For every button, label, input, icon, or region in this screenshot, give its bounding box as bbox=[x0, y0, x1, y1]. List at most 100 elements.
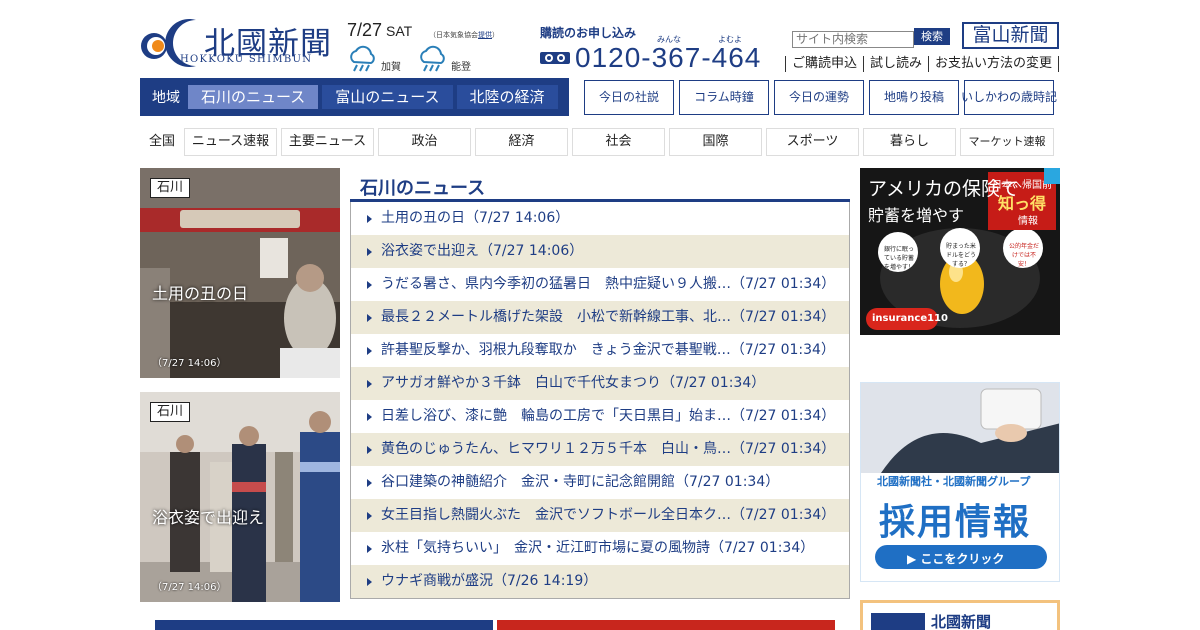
arrow-right-icon bbox=[367, 512, 372, 520]
news-item[interactable]: 氷柱「気持ちいい」 金沢・近江町市場に夏の風物詩（7/27 01:34） bbox=[351, 532, 849, 565]
tab-hokuriku-economy[interactable]: 北陸の経済 bbox=[456, 85, 558, 109]
news-headline: 女王目指し熱闘火ぶた 金沢でソフトボール全日本ク…（7/27 01:34） bbox=[381, 507, 836, 523]
ad1-badge-line3: 情報 bbox=[1018, 216, 1038, 227]
site-search: 検索 bbox=[792, 28, 950, 48]
arrow-right-icon bbox=[367, 578, 372, 586]
ad-choices-icon[interactable] bbox=[1044, 168, 1060, 184]
ad1-badge-line1: 日本へ帰国前 bbox=[992, 180, 1052, 191]
category-top-news[interactable]: 主要ニュース bbox=[281, 128, 374, 156]
category-nav: 全国 ニュース速報 主要ニュース 政治 経済 社会 国際 スポーツ 暮らし マー… bbox=[140, 128, 1054, 156]
weather-kaga[interactable]: 加賀 bbox=[347, 44, 401, 73]
section-title: 石川のニュース bbox=[350, 168, 850, 202]
search-button[interactable]: 検索 bbox=[914, 28, 950, 45]
news-item[interactable]: 谷口建築の神髄紹介 金沢・寺町に記念館開館（7/27 01:34） bbox=[351, 466, 849, 499]
subscription-phone[interactable]: 0120-367-464 bbox=[575, 42, 761, 74]
logo-subtitle: HOKKOKU SHIMBUN bbox=[180, 54, 313, 65]
category-politics[interactable]: 政治 bbox=[378, 128, 471, 156]
link-payment-change[interactable]: お支払い方法の変更 bbox=[928, 56, 1060, 72]
arrow-right-icon bbox=[367, 380, 372, 388]
freedial-icon bbox=[540, 52, 570, 64]
date-value: 7/27 bbox=[347, 20, 383, 40]
cloud-rain-icon bbox=[350, 45, 375, 71]
link-column-jisho[interactable]: コラム時鐘 bbox=[679, 80, 769, 115]
bottom-banner-left[interactable] bbox=[155, 620, 493, 630]
ad-insurance-banner[interactable]: アメリカの保険で 貯蓄を増やす 日本へ帰国前 知っ得 情報 銀行に眠っている貯蓄… bbox=[860, 168, 1060, 335]
category-breaking-news[interactable]: ニュース速報 bbox=[184, 128, 277, 156]
ad3-title: 北國新聞 bbox=[931, 613, 992, 630]
news-headline: 許碁聖反撃か、羽根九段奪取か きょう金沢で碁聖戦…（7/27 01:34） bbox=[381, 342, 835, 358]
category-national[interactable]: 全国 bbox=[140, 128, 184, 156]
category-international[interactable]: 国際 bbox=[669, 128, 762, 156]
photo-doyo-image bbox=[140, 168, 340, 378]
ad1-bubble3: 公的年金だけでは不安！ bbox=[1008, 243, 1039, 268]
arrow-right-icon bbox=[367, 413, 372, 421]
category-economy[interactable]: 経済 bbox=[475, 128, 568, 156]
ad2-line1: 北國新聞社・北國新聞グループ bbox=[877, 475, 1031, 488]
weather-credit-suffix: ） bbox=[492, 31, 499, 39]
ad1-line2: 貯蓄を増やす bbox=[868, 206, 965, 225]
link-trial[interactable]: 試し読み bbox=[863, 56, 928, 72]
news-item[interactable]: ウナギ商戦が盛況（7/26 14:19） bbox=[351, 565, 849, 598]
ad2-button[interactable]: ▶ ここをクリック bbox=[907, 550, 1004, 567]
arrow-right-icon bbox=[367, 314, 372, 322]
photo-card-yukata[interactable]: 石川 浴衣姿で出迎え （7/27 14:06） bbox=[140, 392, 340, 602]
news-headline: アサガオ鮮やか３千鉢 白山で千代女まつり（7/27 01:34） bbox=[381, 375, 766, 391]
link-ishikawa-saijiki[interactable]: いしかわの 歳時記 bbox=[961, 80, 1057, 115]
bottom-banner-right[interactable] bbox=[497, 620, 835, 630]
feature-links: 今日の社説 コラム時鐘 今日の運勢 地鳴り投稿 いしかわの 歳時記 bbox=[584, 80, 1059, 115]
link-horoscope[interactable]: 今日の運勢 bbox=[774, 80, 864, 115]
photo-caption[interactable]: 土用の丑の日 bbox=[152, 280, 248, 304]
search-input[interactable] bbox=[792, 30, 914, 48]
cloud-rain-icon bbox=[420, 45, 445, 71]
photo-yukata-image bbox=[140, 392, 340, 602]
news-headline: 氷柱「気持ちいい」 金沢・近江町市場に夏の風物詩（7/27 01:34） bbox=[381, 540, 815, 556]
arrow-right-icon bbox=[367, 215, 372, 223]
category-sports[interactable]: スポーツ bbox=[766, 128, 859, 156]
news-item[interactable]: 許碁聖反撃か、羽根九段奪取か きょう金沢で碁聖戦…（7/27 01:34） bbox=[351, 334, 849, 367]
arrow-right-icon bbox=[367, 281, 372, 289]
photo-caption[interactable]: 浴衣姿で出迎え bbox=[152, 504, 264, 528]
news-item[interactable]: 日差し浴び、漆に艶 輪島の工房で「天日黒目」始ま…（7/27 01:34） bbox=[351, 400, 849, 433]
photo-time: （7/27 14:06） bbox=[152, 582, 227, 593]
weekday: SAT bbox=[386, 23, 413, 39]
news-headline: 土用の丑の日（7/27 14:06） bbox=[381, 210, 570, 226]
category-society[interactable]: 社会 bbox=[572, 128, 665, 156]
photo-tag: 石川 bbox=[150, 402, 191, 422]
category-market[interactable]: マーケット速報 bbox=[960, 128, 1054, 156]
news-item[interactable]: 土用の丑の日（7/27 14:06） bbox=[351, 202, 849, 235]
link-editorial[interactable]: 今日の社説 bbox=[584, 80, 674, 115]
ad-hokkoku-box[interactable]: 北國新聞 bbox=[860, 600, 1060, 630]
news-item[interactable]: アサガオ鮮やか３千鉢 白山で千代女まつり（7/27 01:34） bbox=[351, 367, 849, 400]
news-item[interactable]: うだる暑さ、県内今季初の猛暑日 熱中症疑い９人搬…（7/27 01:34） bbox=[351, 268, 849, 301]
tab-toyama-news[interactable]: 富山のニュース bbox=[322, 85, 453, 109]
ad2-line2: 採用情報 bbox=[879, 502, 1032, 543]
ad-recruit-banner[interactable]: 北國新聞社・北國新聞グループ 採用情報 ▶ ここをクリック bbox=[860, 382, 1060, 582]
top-links: ご購読申込 試し読み お支払い方法の変更 bbox=[785, 56, 1060, 72]
weather-noto[interactable]: 能登 bbox=[417, 44, 471, 73]
news-list: 土用の丑の日（7/27 14:06） 浴衣姿で出迎え（7/27 14:06） う… bbox=[350, 202, 850, 599]
toyama-shimbun-button[interactable]: 富山新聞 bbox=[962, 22, 1059, 49]
news-headline: 日差し浴び、漆に艶 輪島の工房で「天日黒目」始ま…（7/27 01:34） bbox=[381, 408, 836, 424]
news-headline: 谷口建築の神髄紹介 金沢・寺町に記念館開館（7/27 01:34） bbox=[381, 474, 780, 490]
arrow-right-icon bbox=[367, 248, 372, 256]
weather-credit-link[interactable]: 提供 bbox=[478, 31, 492, 39]
category-living[interactable]: 暮らし bbox=[863, 128, 956, 156]
news-item[interactable]: 女王目指し熱闘火ぶた 金沢でソフトボール全日本ク…（7/27 01:34） bbox=[351, 499, 849, 532]
arrow-right-icon bbox=[367, 479, 372, 487]
link-reader-posts[interactable]: 地鳴り投稿 bbox=[869, 80, 959, 115]
news-headline: 黄色のじゅうたん、ヒマワリ１２万５千本 白山・鳥…（7/27 01:34） bbox=[381, 441, 836, 457]
site-logo[interactable]: 北國新聞 HOKKOKU SHIMBUN bbox=[140, 16, 340, 68]
news-item[interactable]: 最長２２メートル橋げた架設 小松で新幹線工事、北…（7/27 01:34） bbox=[351, 301, 849, 334]
ad1-bubble2: 貯まった米ドルをどうする？ bbox=[945, 243, 976, 268]
news-item[interactable]: 浴衣姿で出迎え（7/27 14:06） bbox=[351, 235, 849, 268]
weather-credit-prefix: （日本気象協会 bbox=[429, 31, 478, 39]
weather-label: 加賀 bbox=[381, 62, 401, 73]
arrow-right-icon bbox=[367, 347, 372, 355]
link-subscribe[interactable]: ご購読申込 bbox=[785, 56, 863, 72]
news-item[interactable]: 黄色のじゅうたん、ヒマワリ１２万５千本 白山・鳥…（7/27 01:34） bbox=[351, 433, 849, 466]
subscription-contact[interactable]: 購読のお申し込み みんな よむよ 0120-367-464 bbox=[540, 24, 780, 74]
photo-card-doyo[interactable]: 石川 土用の丑の日 （7/27 14:06） bbox=[140, 168, 340, 378]
date-weather: 7/27 SAT （日本気象協会提供） 加賀 能登 bbox=[347, 20, 517, 73]
tab-ishikawa-news[interactable]: 石川のニュース bbox=[188, 85, 319, 109]
weather-credit: （日本気象協会提供） bbox=[429, 30, 499, 40]
